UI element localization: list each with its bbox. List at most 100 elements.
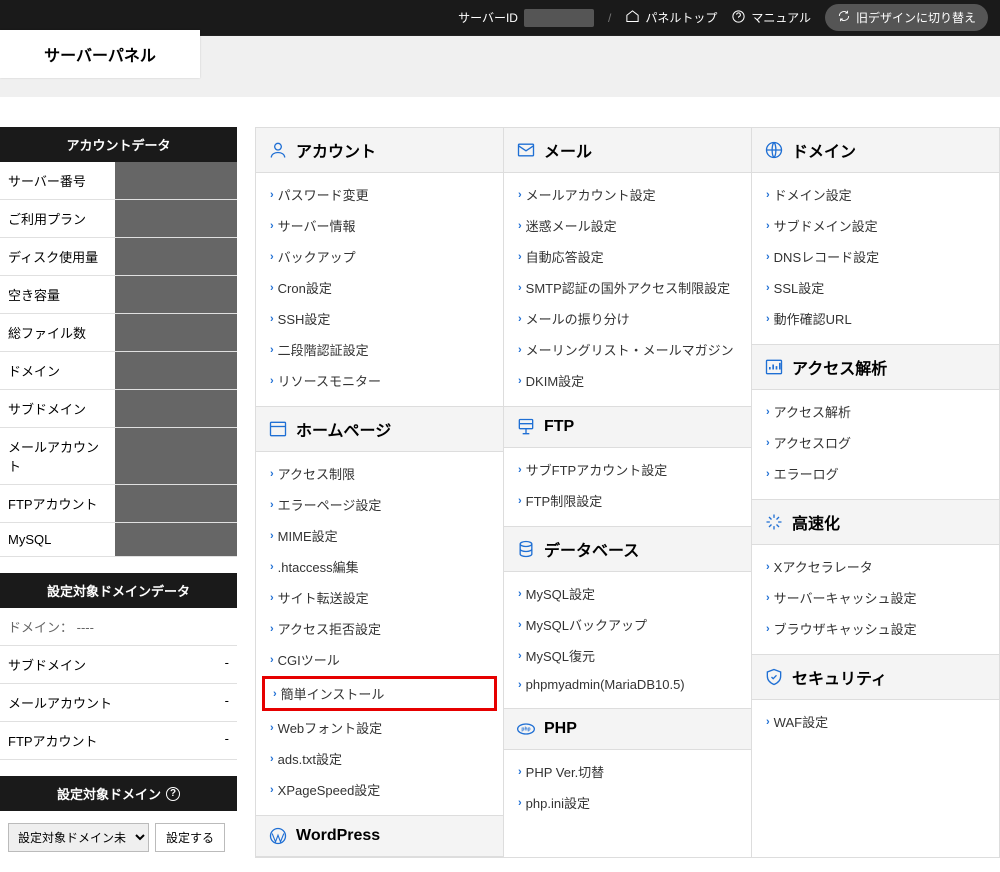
panel-top-link[interactable]: パネルトップ bbox=[625, 9, 717, 27]
menu-item[interactable]: ›SMTP認証の国外アクセス制限設定 bbox=[504, 272, 751, 303]
manual-link[interactable]: マニュアル bbox=[731, 9, 811, 27]
menu-item[interactable]: ›エラーページ設定 bbox=[256, 489, 503, 520]
switch-design-button[interactable]: 旧デザインに切り替え bbox=[825, 4, 988, 31]
menu-item[interactable]: ›アクセス制限 bbox=[256, 458, 503, 489]
chevron-right-icon: › bbox=[518, 495, 522, 507]
section-header-chart[interactable]: アクセス解析 bbox=[752, 344, 999, 390]
menu-item[interactable]: › FTP制限設定 bbox=[504, 485, 751, 516]
menu-item[interactable]: ›サーバーキャッシュ設定 bbox=[752, 582, 999, 613]
chevron-right-icon: › bbox=[270, 561, 274, 573]
menu-item[interactable]: ›パスワード変更 bbox=[256, 179, 503, 210]
chevron-right-icon: › bbox=[766, 561, 770, 573]
section-header-globe[interactable]: ドメイン bbox=[752, 128, 999, 173]
menu-item[interactable]: ›サーバー情報 bbox=[256, 210, 503, 241]
menu-item-label: FTP制限設定 bbox=[526, 491, 603, 510]
menu-item[interactable]: ›MIME設定 bbox=[256, 520, 503, 551]
menu-item[interactable]: ›自動応答設定 bbox=[504, 241, 751, 272]
menu-item[interactable]: ›Cron設定 bbox=[256, 272, 503, 303]
menu-item[interactable]: › 二段階認証設定 bbox=[256, 334, 503, 365]
account-val bbox=[115, 352, 237, 390]
menu-item[interactable]: ›phpmyadmin(MariaDB10.5) bbox=[504, 671, 751, 698]
menu-item[interactable]: ›動作確認URL bbox=[752, 303, 999, 334]
menu-item[interactable]: ›MySQL設定 bbox=[504, 578, 751, 609]
menu-item[interactable]: ›ドメイン設定 bbox=[752, 179, 999, 210]
section-header-speed[interactable]: 高速化 bbox=[752, 499, 999, 545]
menu-item[interactable]: ›アクセスログ bbox=[752, 427, 999, 458]
menu-item[interactable]: ›アクセス解析 bbox=[752, 396, 999, 427]
menu-item[interactable]: ›サブドメイン設定 bbox=[752, 210, 999, 241]
section-header-ftp[interactable]: FTP bbox=[504, 406, 751, 448]
menu-item[interactable]: ›php.ini設定 bbox=[504, 787, 751, 818]
chevron-right-icon: › bbox=[273, 688, 277, 700]
menu-item[interactable]: ›簡単インストール bbox=[262, 676, 497, 711]
menu-item-label: サイト転送設定 bbox=[278, 588, 369, 607]
menu-item[interactable]: ›アクセス拒否設定 bbox=[256, 613, 503, 644]
shield-icon bbox=[764, 667, 784, 687]
menu-item[interactable]: ›XPageSpeed設定 bbox=[256, 774, 503, 805]
menu-item-label: 二段階認証設定 bbox=[278, 340, 369, 359]
menu-item[interactable]: ›DKIM設定 bbox=[504, 365, 751, 396]
menu-item-label: リソースモニター bbox=[278, 371, 381, 390]
section-header-db[interactable]: データベース bbox=[504, 526, 751, 572]
menu-item[interactable]: › メールアカウント設定 bbox=[504, 179, 751, 210]
menu-item[interactable]: ›MySQL復元 bbox=[504, 640, 751, 671]
menu-item[interactable]: ›WAF設定 bbox=[752, 706, 999, 737]
menu-item[interactable]: ›CGIツール bbox=[256, 644, 503, 675]
menu-item[interactable]: ›メーリングリスト・メールマガジン bbox=[504, 334, 751, 365]
chevron-right-icon: › bbox=[270, 251, 274, 263]
menu-item[interactable]: ›SSH設定 bbox=[256, 303, 503, 334]
section-header-php[interactable]: phpPHP bbox=[504, 708, 751, 750]
menu-item[interactable]: ›メールの振り分け bbox=[504, 303, 751, 334]
section-header-window[interactable]: ホームページ bbox=[256, 406, 503, 452]
chevron-right-icon: › bbox=[270, 189, 274, 201]
chevron-right-icon: › bbox=[270, 220, 274, 232]
chevron-right-icon: › bbox=[270, 344, 274, 356]
account-val bbox=[115, 523, 237, 557]
section-header-mail[interactable]: メール bbox=[504, 128, 751, 173]
chevron-right-icon: › bbox=[518, 189, 522, 201]
menu-item[interactable]: ›バックアップ bbox=[256, 241, 503, 272]
chevron-right-icon: › bbox=[270, 654, 274, 666]
menu-item[interactable]: ›DNSレコード設定 bbox=[752, 241, 999, 272]
menu-item-label: XPageSpeed設定 bbox=[278, 780, 381, 799]
target-domain-select[interactable]: 設定対象ドメイン未 bbox=[8, 823, 149, 852]
section-header-wp[interactable]: WordPress bbox=[256, 815, 503, 857]
section-header-shield[interactable]: セキュリティ bbox=[752, 654, 999, 700]
menu-item[interactable]: ›リソースモニター bbox=[256, 365, 503, 396]
menu-item[interactable]: ›Webフォント設定 bbox=[256, 712, 503, 743]
chevron-right-icon: › bbox=[766, 468, 770, 480]
menu-item[interactable]: › エラーログ bbox=[752, 458, 999, 489]
main-grid: アカウント ›パスワード変更›サーバー情報›バックアップ›Cron設定›SSH設定… bbox=[255, 127, 1000, 858]
menu-item[interactable]: ›ads.txt設定 bbox=[256, 743, 503, 774]
account-key: サーバー番号 bbox=[0, 162, 115, 200]
menu-item[interactable]: ›サイト転送設定 bbox=[256, 582, 503, 613]
menu-item[interactable]: ›ブラウザキャッシュ設定 bbox=[752, 613, 999, 644]
chevron-right-icon: › bbox=[766, 623, 770, 635]
chevron-right-icon: › bbox=[766, 282, 770, 294]
menu-item[interactable]: ›サブFTPアカウント設定 bbox=[504, 454, 751, 485]
menu-item-label: エラーログ bbox=[774, 464, 839, 483]
header: サーバーパネル bbox=[0, 35, 1000, 97]
refresh-icon bbox=[837, 9, 851, 26]
menu-item[interactable]: ›SSL設定 bbox=[752, 272, 999, 303]
server-id-value bbox=[524, 9, 594, 27]
set-domain-button[interactable]: 設定する bbox=[155, 823, 225, 852]
menu-item-label: PHP Ver.切替 bbox=[526, 762, 605, 781]
chevron-right-icon: › bbox=[766, 592, 770, 604]
section-title: FTP bbox=[544, 418, 574, 436]
menu-item[interactable]: ›PHP Ver.切替 bbox=[504, 756, 751, 787]
section-header-user[interactable]: アカウント bbox=[256, 128, 503, 173]
menu-item[interactable]: ›.htaccess編集 bbox=[256, 551, 503, 582]
help-icon[interactable]: ? bbox=[166, 787, 180, 801]
chevron-right-icon: › bbox=[518, 220, 522, 232]
chevron-right-icon: › bbox=[518, 679, 522, 691]
chart-icon bbox=[764, 357, 784, 377]
main-panel: アカウント ›パスワード変更›サーバー情報›バックアップ›Cron設定›SSH設定… bbox=[237, 127, 1000, 872]
account-val bbox=[115, 390, 237, 428]
menu-item[interactable]: ›迷惑メール設定 bbox=[504, 210, 751, 241]
menu-item-label: メールアカウント設定 bbox=[526, 185, 656, 204]
menu-item-label: Xアクセラレータ bbox=[774, 557, 873, 576]
page-title: サーバーパネル bbox=[0, 30, 200, 78]
menu-item[interactable]: ›MySQLバックアップ bbox=[504, 609, 751, 640]
menu-item[interactable]: › Xアクセラレータ bbox=[752, 551, 999, 582]
